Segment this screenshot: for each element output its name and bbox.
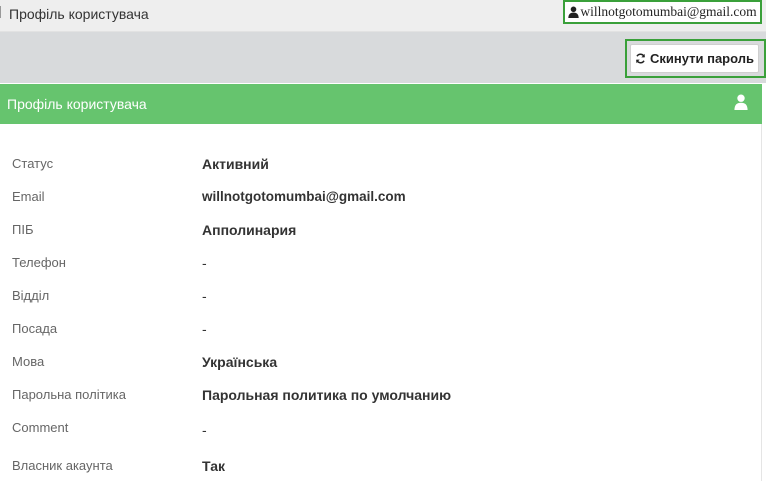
user-icon bbox=[568, 6, 580, 18]
field-label: Парольна політика bbox=[12, 387, 127, 402]
field-row-status: Статус Активний bbox=[0, 156, 762, 180]
field-value: - bbox=[202, 321, 207, 337]
field-label: Email bbox=[12, 189, 45, 204]
field-row-position: Посада - bbox=[0, 321, 762, 345]
field-value: Так bbox=[202, 458, 225, 474]
reset-password-button[interactable]: Скинути пароль bbox=[630, 44, 759, 73]
refresh-icon bbox=[636, 53, 645, 64]
field-value: willnotgotomumbai@gmail.com bbox=[202, 189, 406, 204]
user-email: willnotgotomumbai@gmail.com bbox=[580, 4, 757, 19]
field-label: Власник акаунта bbox=[12, 458, 113, 473]
field-row-email: Email willnotgotomumbai@gmail.com bbox=[0, 189, 762, 213]
user-icon bbox=[734, 94, 748, 110]
field-value: - bbox=[202, 288, 207, 304]
left-edge-divider bbox=[0, 6, 3, 18]
field-label: Статус bbox=[12, 156, 54, 171]
reset-password-highlight: Скинути пароль bbox=[625, 39, 766, 78]
field-label: ПІБ bbox=[12, 222, 34, 237]
field-value: Українська bbox=[202, 354, 278, 370]
field-row-phone: Телефон - bbox=[0, 255, 762, 279]
field-row-language: Мова Українська bbox=[0, 354, 762, 378]
field-row-account-owner: Власник акаунта Так bbox=[0, 458, 762, 482]
panel-title: Профіль користувача bbox=[7, 96, 147, 112]
field-value: Парольная политика по умолчанию bbox=[202, 387, 452, 403]
field-row-password-policy: Парольна політика Парольная политика по … bbox=[0, 387, 762, 411]
reset-password-label: Скинути пароль bbox=[650, 51, 754, 66]
field-label: Comment bbox=[12, 420, 69, 435]
field-value: - bbox=[202, 255, 207, 271]
user-account-button[interactable]: willnotgotomumbai@gmail.com bbox=[563, 0, 762, 24]
field-row-department: Відділ - bbox=[0, 288, 762, 312]
profile-panel-header: Профіль користувача bbox=[0, 84, 762, 124]
field-row-comment: Comment - bbox=[0, 420, 762, 444]
field-label: Відділ bbox=[12, 288, 50, 303]
field-label: Мова bbox=[12, 354, 45, 369]
profile-panel-body: Статус Активний Email willnotgotomumbai@… bbox=[0, 124, 762, 481]
field-value: Апполинария bbox=[202, 222, 297, 238]
top-bar: Профіль користувача willnotgotomumbai@gm… bbox=[0, 0, 766, 32]
field-label: Посада bbox=[12, 321, 58, 336]
field-value: - bbox=[202, 422, 207, 438]
field-label: Телефон bbox=[12, 255, 66, 270]
field-value: Активний bbox=[202, 156, 269, 172]
field-row-full-name: ПІБ Апполинария bbox=[0, 222, 762, 246]
page-title: Профіль користувача bbox=[9, 6, 149, 22]
